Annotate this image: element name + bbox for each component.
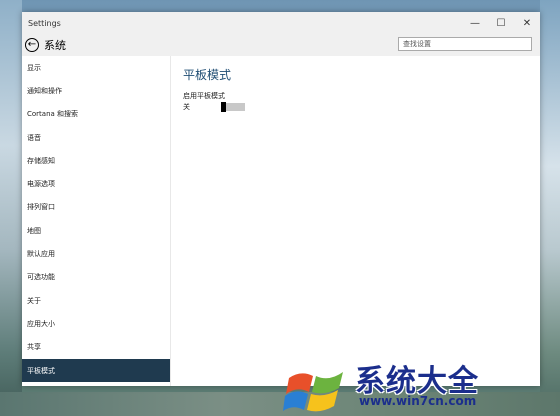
page-title: 系统 [44,39,66,52]
tablet-mode-toggle[interactable] [221,102,245,112]
sidebar-item-label: 电源选项 [27,180,55,189]
sidebar-item-tablet-mode[interactable]: 平板模式 [22,358,170,383]
sidebar-item-label: 关于 [27,296,41,305]
windows-flag-icon [283,372,343,412]
sidebar-item-label: 显示 [27,63,41,72]
sidebar-item-label: 默认应用 [27,250,55,259]
sidebar-item-maps[interactable]: 地图 [22,219,170,242]
sidebar-item-label: 语音 [27,133,41,142]
sidebar-item-power[interactable]: 电源选项 [22,172,170,195]
sidebar-item-label: 平板模式 [27,366,55,375]
main-panel: 平板模式 启用平板模式 关 [171,56,540,386]
sidebar-item-label: 排列窗口 [27,203,55,212]
sidebar-item-notifications[interactable]: 通知和操作 [22,79,170,102]
title-bar: Settings — ☐ ✕ [22,12,540,34]
back-arrow-icon[interactable]: ← [25,38,39,52]
sidebar-item-label: 通知和操作 [27,86,62,95]
toggle-thumb[interactable] [221,102,226,112]
sidebar-item-share[interactable]: 共享 [22,336,170,359]
settings-window: Settings — ☐ ✕ ← 系统 查找设置 显示 通知和操作 Cortan… [22,12,540,386]
sidebar-item-label: 应用大小 [27,319,55,328]
sidebar-item-optional-features[interactable]: 可选功能 [22,266,170,289]
maximize-button[interactable]: ☐ [488,12,514,34]
sidebar-item-label: Cortana 和搜索 [27,110,79,119]
sidebar-item-snap[interactable]: 排列窗口 [22,196,170,219]
page-header: ← 系统 查找设置 [22,34,540,56]
watermark-logo: 系统大全 www.win7cn.com [283,356,553,412]
sidebar-item-about[interactable]: 关于 [22,289,170,312]
sidebar: 显示 通知和操作 Cortana 和搜索 语音 存储感知 电源选项 排列窗口 地… [22,56,171,386]
sidebar-item-label: 存储感知 [27,156,55,165]
window-title: Settings [28,18,61,28]
tablet-mode-setting-row: 关 [183,102,528,112]
sidebar-item-storage[interactable]: 存储感知 [22,149,170,172]
sidebar-item-speech[interactable]: 语音 [22,126,170,149]
minimize-button[interactable]: — [462,12,488,34]
desktop-background-right [540,0,560,416]
content-area: 显示 通知和操作 Cortana 和搜索 语音 存储感知 电源选项 排列窗口 地… [22,56,540,386]
sidebar-item-label: 地图 [27,226,41,235]
section-heading: 平板模式 [183,68,232,82]
toggle-state-label: 关 [183,103,190,111]
sidebar-item-label: 共享 [27,343,41,352]
watermark-url: www.win7cn.com [359,394,477,408]
sidebar-item-cortana[interactable]: Cortana 和搜索 [22,103,170,126]
sidebar-item-label: 可选功能 [27,273,55,282]
sidebar-item-app-size[interactable]: 应用大小 [22,312,170,335]
search-input[interactable]: 查找设置 [398,37,532,51]
sidebar-item-default-apps[interactable]: 默认应用 [22,242,170,265]
tablet-mode-setting-label: 启用平板模式 [183,92,225,100]
sidebar-item-display[interactable]: 显示 [22,56,170,79]
close-button[interactable]: ✕ [514,12,540,34]
desktop-background-left [0,0,22,416]
